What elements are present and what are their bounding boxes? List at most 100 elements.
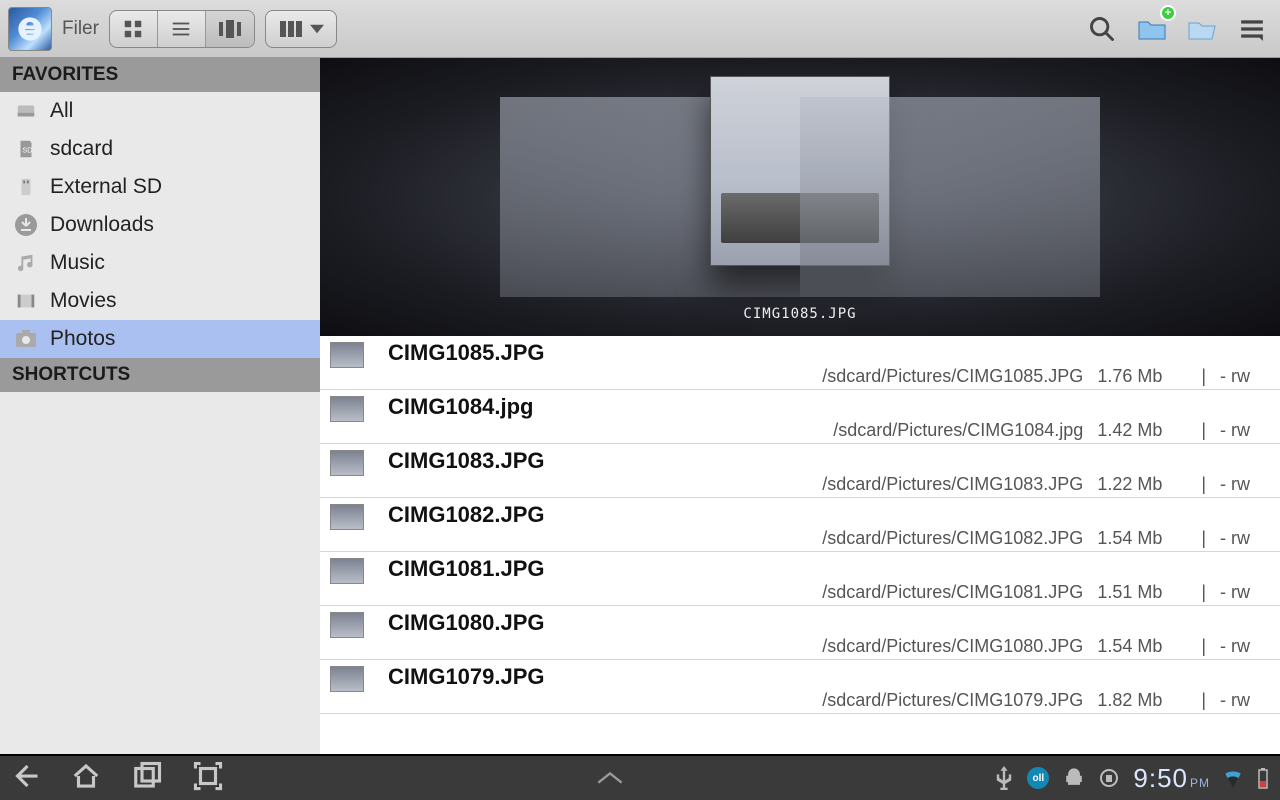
file-path: /sdcard/Pictures/CIMG1081.JPG: [822, 582, 1083, 603]
view-mode-group: [109, 10, 255, 48]
sidebar-item-sdcard[interactable]: SD sdcard: [0, 130, 320, 168]
drive-icon: [12, 97, 40, 125]
file-thumbnail: [330, 396, 364, 422]
sidebar-item-external-sd[interactable]: External SD: [0, 168, 320, 206]
sidebar-item-downloads[interactable]: Downloads: [0, 206, 320, 244]
coverflow-card[interactable]: [560, 97, 620, 297]
coverflow-card[interactable]: [500, 97, 560, 297]
file-thumbnail: [330, 342, 364, 368]
folder-open-icon: [1187, 16, 1217, 42]
app-title: Filer: [62, 18, 99, 40]
file-permissions: - rw: [1220, 420, 1270, 441]
sidebar-section-favorites: FAVORITES: [0, 58, 320, 92]
meta-separator: |: [1201, 366, 1206, 387]
coverflow-card[interactable]: [800, 97, 860, 297]
file-name: CIMG1081.JPG: [388, 556, 1270, 582]
home-icon: [70, 761, 102, 791]
file-row[interactable]: CIMG1079.JPG/sdcard/Pictures/CIMG1079.JP…: [320, 660, 1280, 714]
file-thumbnail: [330, 504, 364, 530]
rotation-lock-icon: [1099, 767, 1119, 789]
sidebar-item-label: Music: [50, 251, 105, 275]
file-size: 1.42 Mb: [1097, 420, 1187, 441]
file-name: CIMG1082.JPG: [388, 502, 1270, 528]
file-row[interactable]: CIMG1085.JPG/sdcard/Pictures/CIMG1085.JP…: [320, 336, 1280, 390]
clock-time: 9:50: [1133, 763, 1188, 793]
expand-handle-icon[interactable]: [596, 770, 624, 786]
sidebar-item-label: Downloads: [50, 213, 154, 237]
file-row[interactable]: CIMG1082.JPG/sdcard/Pictures/CIMG1082.JP…: [320, 498, 1280, 552]
sidebar-section-shortcuts: SHORTCUTS: [0, 358, 320, 392]
file-thumbnail: [330, 666, 364, 692]
status-clock[interactable]: 9:50PM: [1133, 763, 1210, 794]
download-icon: [12, 211, 40, 239]
file-path: /sdcard/Pictures/CIMG1080.JPG: [822, 636, 1083, 657]
file-list[interactable]: CIMG1085.JPG/sdcard/Pictures/CIMG1085.JP…: [320, 336, 1280, 754]
meta-separator: |: [1201, 420, 1206, 441]
file-path: /sdcard/Pictures/CIMG1079.JPG: [822, 690, 1083, 711]
sidebar-item-music[interactable]: Music: [0, 244, 320, 282]
nav-recents-button[interactable]: [132, 761, 162, 796]
nav-back-button[interactable]: [10, 761, 40, 796]
file-size: 1.82 Mb: [1097, 690, 1187, 711]
screenshot-icon: [192, 761, 224, 791]
sidebar-item-all[interactable]: All: [0, 92, 320, 130]
search-button[interactable]: [1082, 9, 1122, 49]
view-coverflow-button[interactable]: [206, 11, 254, 47]
chevron-down-icon: [310, 22, 324, 36]
sidebar-item-movies[interactable]: Movies: [0, 282, 320, 320]
view-list-button[interactable]: [158, 11, 206, 47]
nav-home-button[interactable]: [70, 761, 102, 796]
file-permissions: - rw: [1220, 690, 1270, 711]
file-name: CIMG1080.JPG: [388, 610, 1270, 636]
coverflow-card[interactable]: [1040, 97, 1100, 297]
sidebar-item-photos[interactable]: Photos: [0, 320, 320, 358]
file-size: 1.22 Mb: [1097, 474, 1187, 495]
nav-screenshot-button[interactable]: [192, 761, 224, 796]
file-name: CIMG1085.JPG: [388, 340, 1270, 366]
wifi-icon: [1224, 767, 1242, 789]
sidebar-item-label: All: [50, 99, 73, 123]
sidebar: FAVORITES All SD sdcard External SD Download…: [0, 58, 320, 754]
file-row[interactable]: CIMG1080.JPG/sdcard/Pictures/CIMG1080.JP…: [320, 606, 1280, 660]
file-name: CIMG1083.JPG: [388, 448, 1270, 474]
back-arrow-icon: [10, 761, 40, 791]
sidebar-item-label: Movies: [50, 289, 117, 313]
file-row[interactable]: CIMG1084.jpg/sdcard/Pictures/CIMG1084.jp…: [320, 390, 1280, 444]
file-path: /sdcard/Pictures/CIMG1082.JPG: [822, 528, 1083, 549]
file-permissions: - rw: [1220, 474, 1270, 495]
music-icon: [12, 249, 40, 277]
camera-icon: [12, 325, 40, 353]
coverflow-filename: CIMG1085.JPG: [320, 306, 1280, 322]
system-navbar: oll 9:50PM: [0, 754, 1280, 800]
coverflow-card[interactable]: [620, 97, 680, 297]
file-name: CIMG1084.jpg: [388, 394, 1270, 420]
sidebar-item-label: Photos: [50, 327, 115, 351]
file-thumbnail: [330, 612, 364, 638]
sort-dropdown[interactable]: [265, 10, 337, 48]
file-path: /sdcard/Pictures/CIMG1084.jpg: [833, 420, 1083, 441]
usb-icon: [995, 766, 1013, 790]
file-thumbnail: [330, 450, 364, 476]
app-toolbar: Filer +: [0, 0, 1280, 58]
app-logo-icon: [8, 7, 52, 51]
coverflow-card[interactable]: [920, 97, 980, 297]
coverflow-pane[interactable]: CIMG1085.JPG: [320, 58, 1280, 336]
svg-text:SD: SD: [22, 146, 32, 155]
file-size: 1.54 Mb: [1097, 528, 1187, 549]
file-path: /sdcard/Pictures/CIMG1085.JPG: [822, 366, 1083, 387]
meta-separator: |: [1201, 474, 1206, 495]
file-row[interactable]: CIMG1083.JPG/sdcard/Pictures/CIMG1083.JP…: [320, 444, 1280, 498]
menu-button[interactable]: [1232, 9, 1272, 49]
file-size: 1.76 Mb: [1097, 366, 1187, 387]
search-icon: [1088, 15, 1116, 43]
menu-icon: [1239, 16, 1265, 42]
view-grid-button[interactable]: [110, 11, 158, 47]
coverflow-card[interactable]: [860, 97, 920, 297]
new-folder-button[interactable]: +: [1132, 9, 1172, 49]
coverflow-card[interactable]: [980, 97, 1040, 297]
file-permissions: - rw: [1220, 366, 1270, 387]
file-row[interactable]: CIMG1081.JPG/sdcard/Pictures/CIMG1081.JP…: [320, 552, 1280, 606]
sidebar-item-label: sdcard: [50, 137, 113, 161]
open-folder-button[interactable]: [1182, 9, 1222, 49]
plus-badge-icon: +: [1160, 5, 1176, 21]
